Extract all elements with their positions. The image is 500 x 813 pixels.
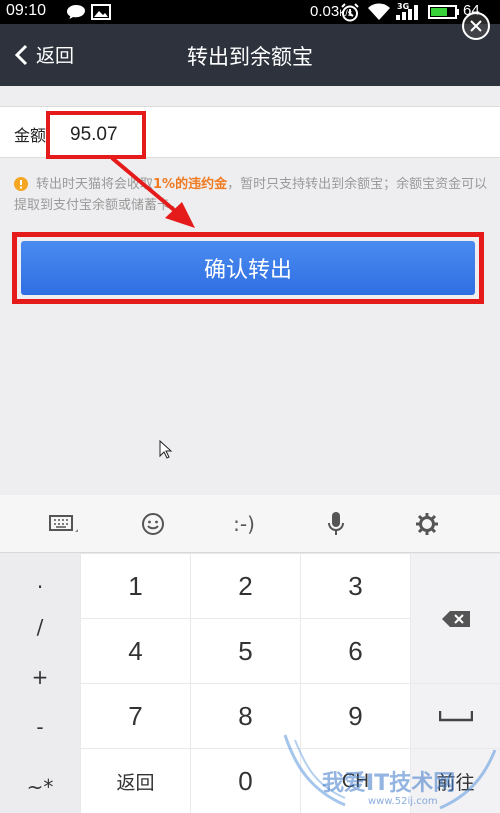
key-dot[interactable]: . <box>0 569 80 593</box>
symbol-column: . / + - ~* <box>0 553 80 813</box>
voice-input-button[interactable] <box>320 509 352 539</box>
key-5[interactable]: 5 <box>191 619 300 683</box>
key-3[interactable]: 3 <box>301 554 410 618</box>
key-7[interactable]: 7 <box>81 684 190 748</box>
delete-key[interactable] <box>411 554 500 683</box>
watermark-text: 我爱IT技术网 <box>322 771 456 796</box>
microphone-icon <box>328 512 344 535</box>
key-6[interactable]: 6 <box>301 619 410 683</box>
keyboard-back-key[interactable]: 返回 <box>81 749 190 813</box>
key-1[interactable]: 1 <box>81 554 190 618</box>
smiley-icon <box>142 513 164 535</box>
watermark-url: www.52ij.com <box>368 796 438 807</box>
key-4[interactable]: 4 <box>81 619 190 683</box>
gear-icon <box>416 513 438 535</box>
key-plus[interactable]: + <box>0 665 80 689</box>
keyboard-icon <box>49 515 78 532</box>
keyboard-toolbar: :-) <box>0 495 500 553</box>
watermark: 我爱IT技术网 www.52ij.com <box>280 730 500 813</box>
emoji-button[interactable] <box>137 509 169 539</box>
settings-button[interactable] <box>411 509 443 539</box>
space-icon <box>438 711 473 722</box>
key-2[interactable]: 2 <box>191 554 300 618</box>
emoticon-button[interactable]: :-) <box>228 509 260 539</box>
backspace-icon <box>441 610 470 627</box>
annotation-arrow <box>110 156 195 228</box>
key-tilde-star[interactable]: ~* <box>0 775 80 799</box>
key-slash[interactable]: / <box>0 615 80 639</box>
key-minus[interactable]: - <box>0 715 80 739</box>
mouse-cursor-icon <box>159 440 173 459</box>
keyboard-switch-button[interactable] <box>48 509 80 539</box>
